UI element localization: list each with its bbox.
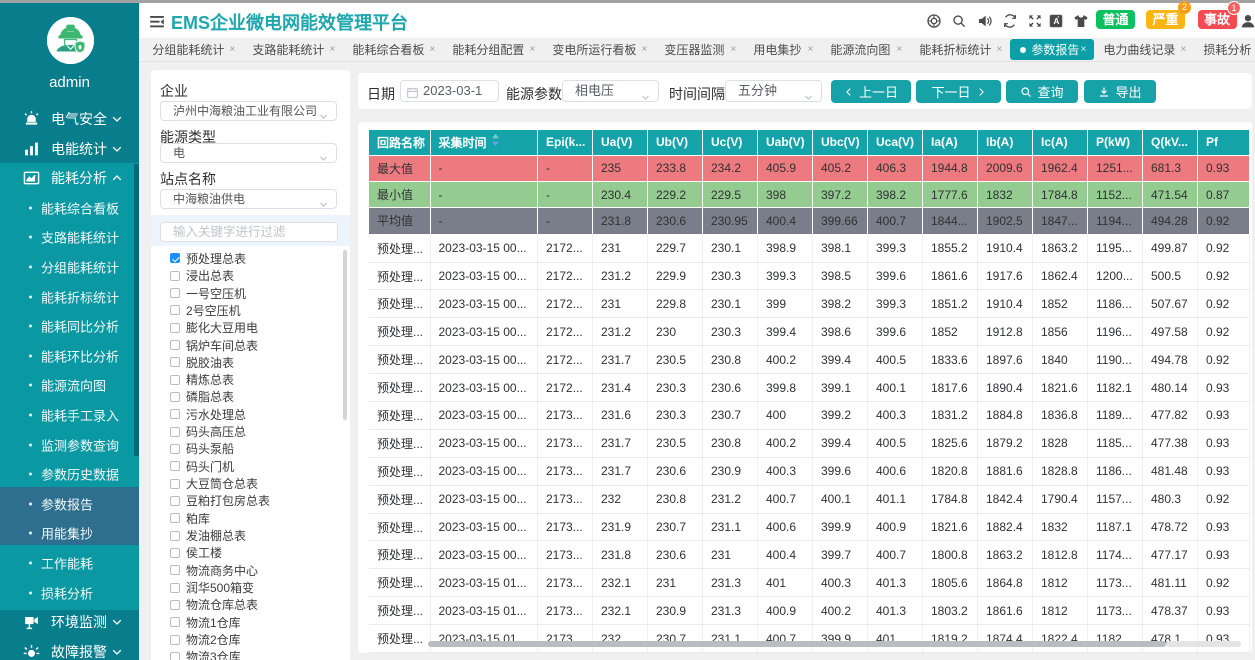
svg-text:*: *: [1057, 15, 1059, 21]
